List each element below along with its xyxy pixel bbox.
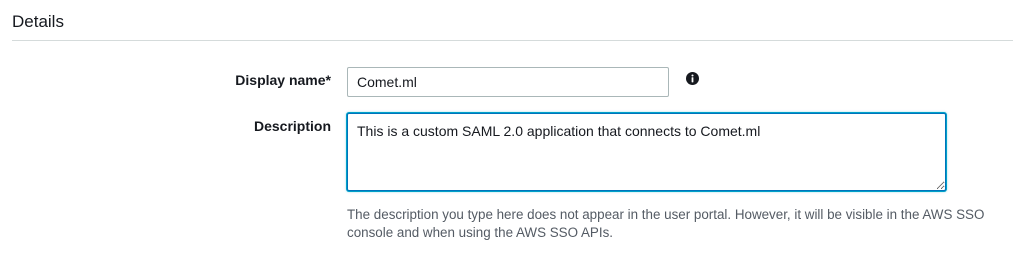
section-title: Details <box>12 12 64 31</box>
display-name-input[interactable] <box>347 67 669 97</box>
description-label: Description <box>253 118 331 134</box>
display-name-label: Display name* <box>235 72 331 88</box>
description-textarea[interactable]: This is a custom SAML 2.0 application th… <box>347 113 946 191</box>
section-divider <box>12 40 1013 41</box>
info-circle-icon[interactable] <box>686 72 699 85</box>
description-help-text: The description you type here does not a… <box>347 207 985 240</box>
